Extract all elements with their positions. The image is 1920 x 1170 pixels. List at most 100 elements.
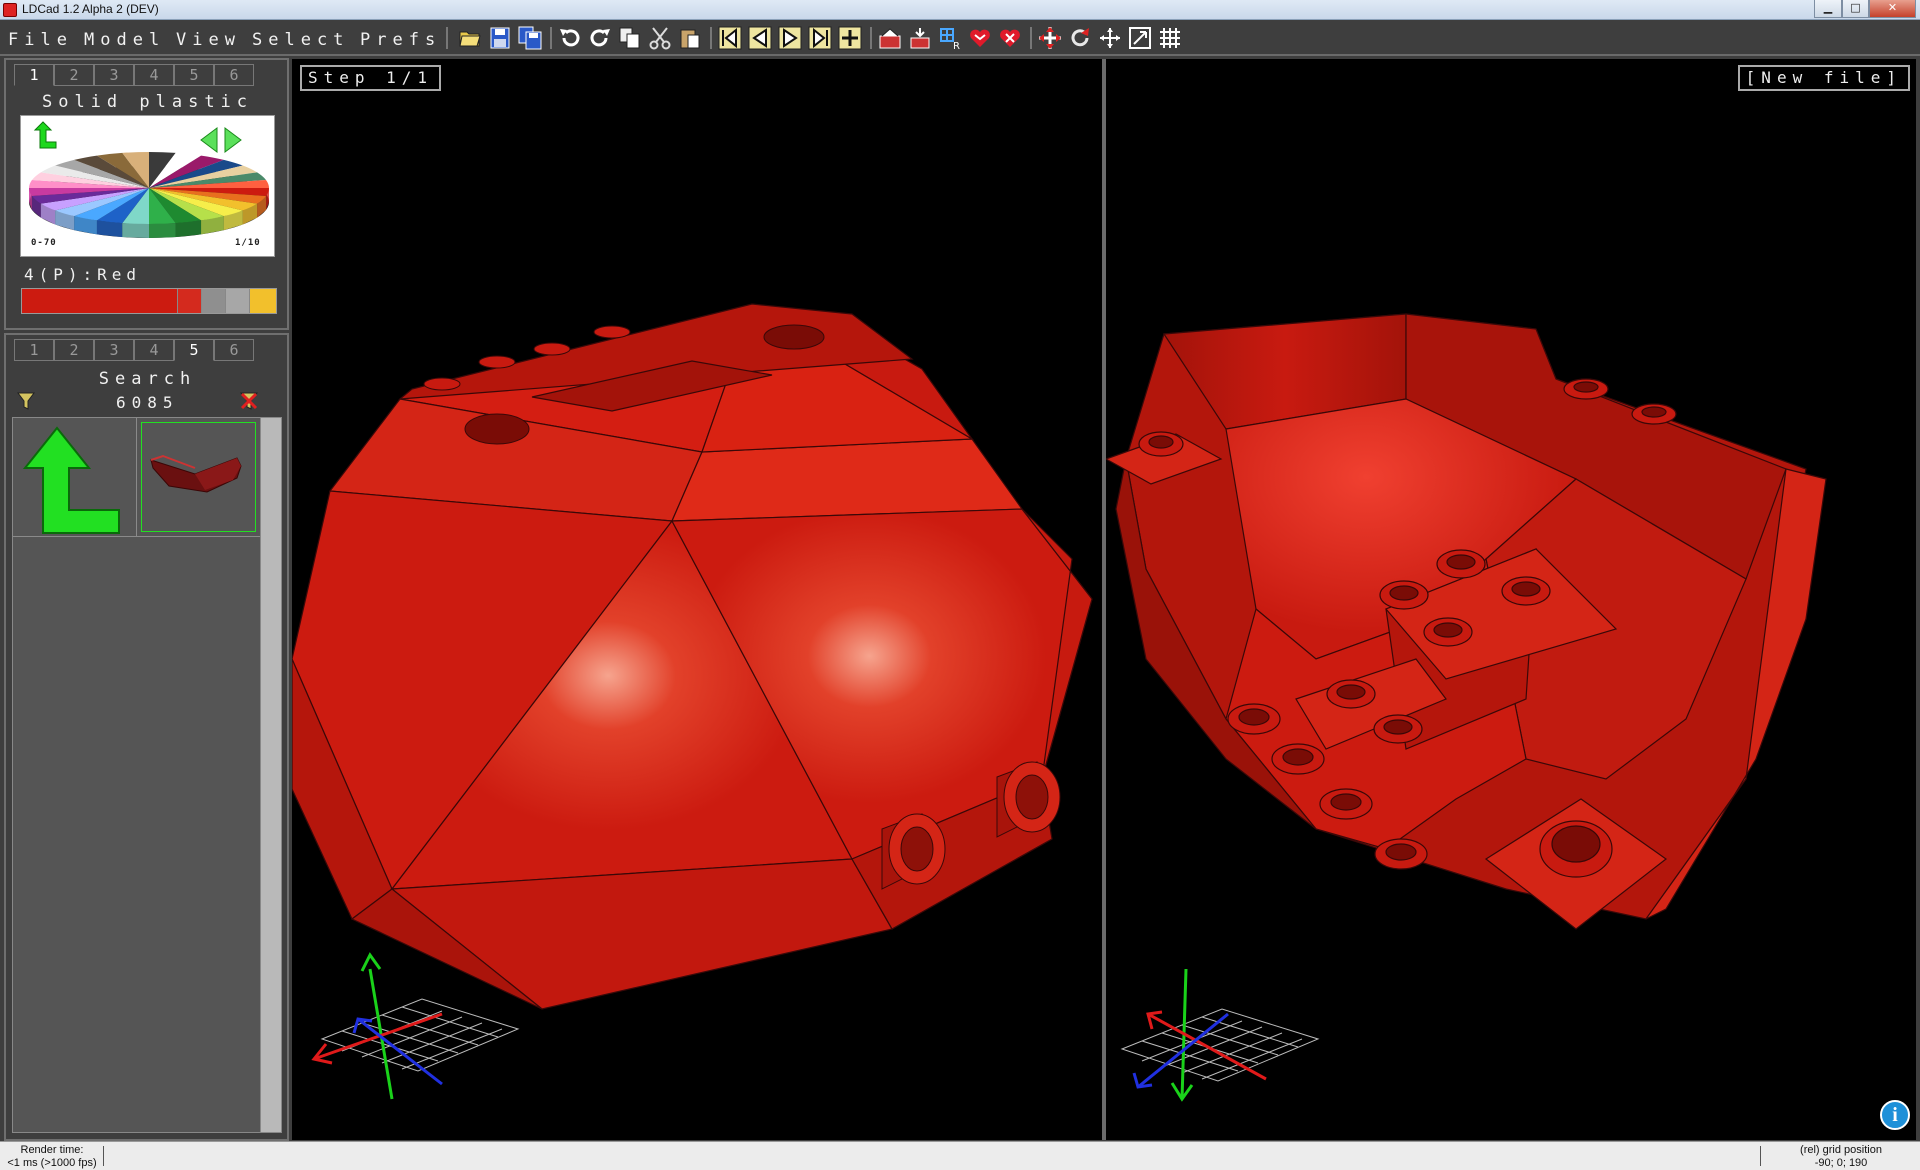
- save-file-icon[interactable]: [488, 26, 512, 50]
- bin-tab-1[interactable]: 1: [14, 339, 54, 361]
- menu-file[interactable]: File: [8, 30, 73, 50]
- move-icon[interactable]: [1038, 26, 1062, 50]
- info-icon[interactable]: i: [1880, 1100, 1910, 1130]
- mesh-icon[interactable]: [1158, 26, 1182, 50]
- part-results-grid: [12, 417, 268, 1133]
- parent-folder-icon: [22, 426, 120, 534]
- toolbar-separator: [870, 27, 872, 49]
- toolbar-separator: [710, 27, 712, 49]
- last-step-icon[interactable]: [808, 26, 832, 50]
- part-cell-up[interactable]: [13, 418, 137, 537]
- redo-icon[interactable]: [588, 26, 612, 50]
- paste-icon[interactable]: [678, 26, 702, 50]
- maximize-button[interactable]: □: [1842, 0, 1869, 18]
- palette-up-icon[interactable]: [33, 121, 57, 149]
- part-cell-6085[interactable]: [137, 418, 261, 537]
- bin-tab-5[interactable]: 5: [174, 339, 214, 361]
- edit-viewport[interactable]: Step 1/1: [292, 59, 1102, 1140]
- filter-icon[interactable]: [16, 391, 36, 411]
- menu-model[interactable]: Model: [84, 30, 165, 50]
- palette-slice-side: [122, 223, 149, 238]
- palette-next-icon[interactable]: [224, 127, 242, 153]
- rotate-icon[interactable]: [1068, 26, 1092, 50]
- bin-tab-4[interactable]: 4: [134, 339, 174, 361]
- palette-slice-side: [96, 220, 123, 238]
- next-step-icon[interactable]: [778, 26, 802, 50]
- window-title: LDCad 1.2 Alpha 2 (DEV): [22, 2, 159, 16]
- part-bin-panel: 1 2 3 4 5 6 Search 6085: [4, 333, 289, 1141]
- palette-prev-icon[interactable]: [200, 127, 218, 153]
- render-time-label: Render time:: [20, 1144, 84, 1156]
- unfavorite-icon[interactable]: [998, 26, 1022, 50]
- grid-position-value: -90; 0; 190: [1814, 1157, 1868, 1169]
- color-tab-2[interactable]: 2: [54, 64, 94, 86]
- toolbar-separator: [1030, 27, 1032, 49]
- recent-color-swatch[interactable]: [177, 289, 201, 313]
- copy-icon[interactable]: [618, 26, 642, 50]
- app-icon: [3, 3, 17, 17]
- menu-select[interactable]: Select: [252, 30, 349, 50]
- palette-slice-side: [175, 220, 202, 238]
- axis-grid-icon: [320, 998, 520, 1072]
- pivot-icon[interactable]: [878, 26, 902, 50]
- results-scrollbar[interactable]: [260, 417, 282, 1133]
- palette-pie-graphic: [29, 121, 269, 238]
- palette-slice-side: [149, 223, 176, 238]
- recent-color-swatch[interactable]: [225, 289, 249, 313]
- favorite-icon[interactable]: [968, 26, 992, 50]
- bin-tab-3[interactable]: 3: [94, 339, 134, 361]
- svg-text:R: R: [953, 41, 960, 50]
- color-set-title: Solid plastic: [41, 92, 254, 112]
- save-all-icon[interactable]: [518, 26, 542, 50]
- status-separator: [103, 1146, 104, 1166]
- step-indicator: Step 1/1: [300, 65, 442, 91]
- preview-viewport[interactable]: [New file]: [1106, 59, 1916, 1140]
- palette-page-label: 1/10: [235, 238, 261, 248]
- status-separator: [1760, 1146, 1761, 1166]
- grid-icon[interactable]: R: [938, 26, 962, 50]
- selected-color-name: 4(P):Red: [24, 265, 142, 284]
- add-step-icon[interactable]: [838, 26, 862, 50]
- color-tab-3[interactable]: 3: [94, 64, 134, 86]
- recent-color-swatch[interactable]: [249, 289, 276, 313]
- snap-icon[interactable]: [908, 26, 932, 50]
- open-file-icon[interactable]: [458, 26, 482, 50]
- title-bar: LDCad 1.2 Alpha 2 (DEV) ▁ □ ✕: [0, 0, 1920, 20]
- bin-tab-2[interactable]: 2: [54, 339, 94, 361]
- file-name-indicator: [New file]: [1737, 65, 1910, 91]
- recent-color-swatch[interactable]: [201, 289, 225, 313]
- grid-position-readout: (rel) grid position -90; 0; 190: [1766, 1144, 1916, 1170]
- render-time-value: <1 ms (>1000 fps): [7, 1157, 97, 1169]
- cut-icon[interactable]: [648, 26, 672, 50]
- render-time-readout: Render time: <1 ms (>1000 fps): [4, 1144, 100, 1170]
- color-tab-5[interactable]: 5: [174, 64, 214, 86]
- first-step-icon[interactable]: [718, 26, 742, 50]
- menu-view[interactable]: View: [176, 30, 241, 50]
- menu-prefs[interactable]: Prefs: [360, 30, 441, 50]
- bin-tab-6[interactable]: 6: [214, 339, 254, 361]
- minimize-button[interactable]: ▁: [1814, 0, 1842, 18]
- ldcad-window: LDCad 1.2 Alpha 2 (DEV) ▁ □ ✕ File Model…: [0, 0, 1920, 1170]
- palette-range-label: 0-70: [31, 238, 57, 248]
- color-picker-panel: 1 2 3 4 5 6 Solid plastic 0-70 1/10 4(P)…: [4, 58, 289, 330]
- bin-title: Search: [98, 369, 197, 389]
- brick-preview-view: [1106, 313, 1827, 1102]
- brick-model-view: [292, 303, 1093, 1100]
- color-tab-6[interactable]: 6: [214, 64, 254, 86]
- recent-color-swatch[interactable]: [22, 289, 177, 313]
- color-tab-1[interactable]: 1: [14, 64, 54, 86]
- color-palette-wheel[interactable]: 0-70 1/10: [20, 115, 275, 257]
- prev-step-icon[interactable]: [748, 26, 772, 50]
- recent-colors-bar: [21, 288, 277, 314]
- color-tab-4[interactable]: 4: [134, 64, 174, 86]
- selected-part-highlight: [141, 422, 256, 532]
- search-query[interactable]: 6085: [116, 393, 179, 412]
- grid-position-label: (rel) grid position: [1800, 1144, 1882, 1156]
- nudge-icon[interactable]: [1128, 26, 1152, 50]
- undo-icon[interactable]: [558, 26, 582, 50]
- status-bar: Render time: <1 ms (>1000 fps) (rel) gri…: [0, 1141, 1920, 1170]
- close-button[interactable]: ✕: [1869, 0, 1916, 18]
- pan-icon[interactable]: [1098, 26, 1122, 50]
- clear-filter-icon[interactable]: [239, 391, 259, 411]
- toolbar-separator: [550, 27, 552, 49]
